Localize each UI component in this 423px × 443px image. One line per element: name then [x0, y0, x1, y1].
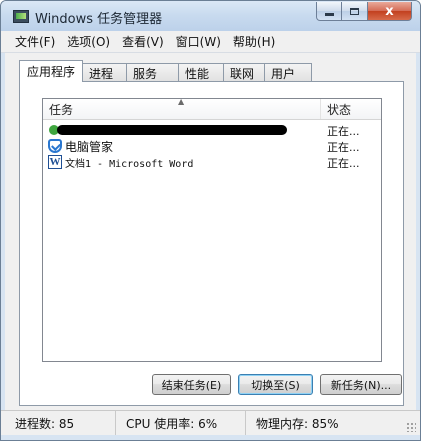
menu-file[interactable]: 文件(F)	[15, 33, 55, 50]
close-icon: x	[385, 3, 394, 19]
caption-buttons: x	[316, 2, 412, 22]
cpu-usage: CPU 使用率: 6%	[115, 411, 243, 435]
process-count: 进程数: 85	[15, 416, 75, 431]
task-manager-window: Windows 任务管理器 x 文件(F) 选项(O) 查看(V) 窗口(W) …	[0, 0, 421, 441]
close-button[interactable]: x	[368, 2, 412, 21]
task-name: 电脑管家	[65, 140, 114, 154]
applications-pane: ▲ 任务 状态 正在... 电脑管家 正在... W 文档1 - Microso…	[19, 81, 404, 406]
task-manager-icon	[13, 10, 29, 23]
resize-grip-icon[interactable]	[406, 422, 416, 432]
memory-usage: 物理内存: 85%	[245, 411, 405, 435]
list-item[interactable]: 正在...	[43, 122, 381, 138]
word-icon: W	[48, 155, 62, 169]
tab-networking[interactable]: 联网	[223, 63, 266, 82]
task-name: 文档1 - Microsoft Word	[65, 159, 194, 170]
redacted-task-name	[57, 125, 287, 135]
status-bar: 进程数: 85 CPU 使用率: 6% 物理内存: 85%	[1, 410, 420, 435]
tab-strip: 应用程序 进程 服务 性能 联网 用户	[19, 60, 313, 82]
title-bar[interactable]: Windows 任务管理器 x	[1, 1, 420, 31]
client-area: 应用程序 进程 服务 性能 联网 用户 ▲ 任务 状态 正在... 电脑管家 正…	[5, 53, 416, 410]
menu-view[interactable]: 查看(V)	[122, 33, 164, 50]
task-list[interactable]: ▲ 任务 状态 正在... 电脑管家 正在... W 文档1 - Microso…	[42, 97, 382, 362]
maximize-button[interactable]	[342, 2, 368, 21]
minimize-icon	[324, 12, 334, 16]
window-title: Windows 任务管理器	[35, 12, 163, 27]
task-status: 正在...	[327, 141, 360, 154]
menu-bar: 文件(F) 选项(O) 查看(V) 窗口(W) 帮助(H)	[1, 31, 420, 53]
list-item[interactable]: 电脑管家 正在...	[43, 138, 381, 154]
shield-icon	[48, 139, 62, 153]
menu-help[interactable]: 帮助(H)	[233, 33, 275, 50]
tab-processes[interactable]: 进程	[82, 63, 128, 82]
action-buttons: 结束任务(E) 切换至(S) 新任务(N)...	[20, 374, 403, 396]
tab-performance[interactable]: 性能	[178, 63, 225, 82]
tab-users[interactable]: 用户	[264, 63, 313, 82]
list-item[interactable]: W 文档1 - Microsoft Word 正在...	[43, 154, 381, 170]
new-task-button[interactable]: 新任务(N)...	[320, 374, 402, 395]
column-status[interactable]: 状态	[321, 99, 382, 119]
tab-applications[interactable]: 应用程序	[19, 60, 84, 82]
maximize-icon	[350, 7, 359, 15]
menu-options[interactable]: 选项(O)	[67, 33, 110, 50]
menu-window[interactable]: 窗口(W)	[176, 33, 221, 50]
task-status: 正在...	[327, 125, 360, 138]
column-task[interactable]: 任务	[43, 99, 321, 119]
task-status: 正在...	[327, 157, 360, 170]
minimize-button[interactable]	[316, 2, 342, 21]
end-task-button[interactable]: 结束任务(E)	[152, 374, 231, 395]
list-header: ▲ 任务 状态	[43, 97, 382, 120]
switch-to-button[interactable]: 切换至(S)	[238, 374, 313, 395]
tab-services[interactable]: 服务	[126, 63, 180, 82]
